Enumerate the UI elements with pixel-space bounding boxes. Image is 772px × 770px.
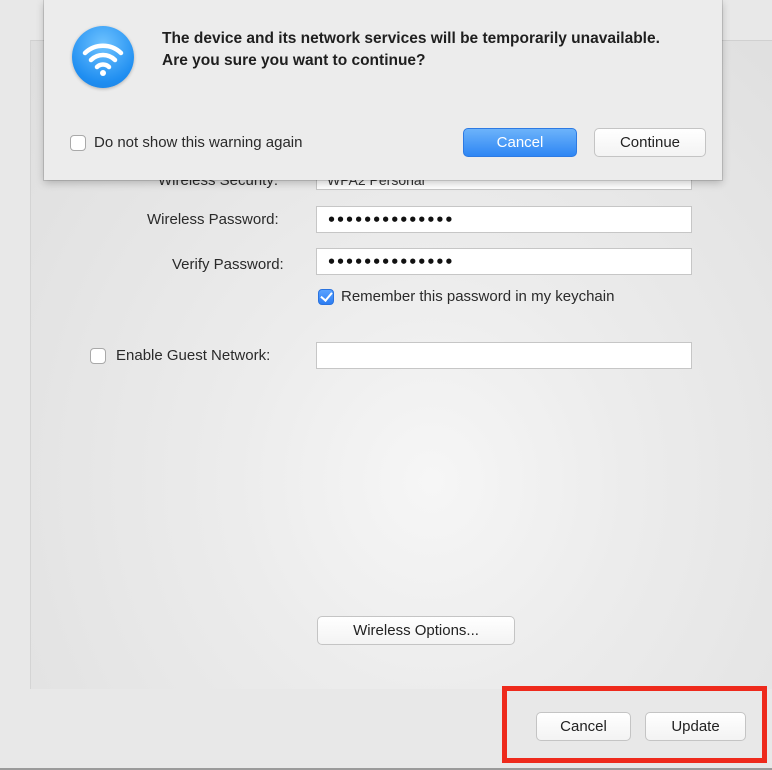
remember-password-checkbox[interactable]: [318, 289, 334, 305]
wireless-password-label: Wireless Password:: [147, 211, 279, 228]
sheet-continue-button[interactable]: Continue: [594, 128, 706, 157]
guest-network-field[interactable]: [316, 342, 692, 369]
confirmation-sheet: The device and its network services will…: [44, 0, 722, 180]
wifi-icon: [72, 26, 134, 88]
dont-show-warning-label: Do not show this warning again: [94, 134, 303, 151]
guest-network-label: Enable Guest Network:: [116, 347, 271, 364]
wifi-glyph: [82, 43, 124, 76]
wireless-options-button[interactable]: Wireless Options...: [317, 616, 515, 645]
sheet-cancel-button[interactable]: Cancel: [463, 128, 577, 157]
dont-show-warning-checkbox[interactable]: [70, 135, 86, 151]
wireless-password-field[interactable]: [316, 206, 692, 233]
verify-password-field[interactable]: [316, 248, 692, 275]
guest-network-checkbox[interactable]: [90, 348, 106, 364]
verify-password-label: Verify Password:: [172, 256, 284, 273]
highlight-box: [502, 686, 767, 763]
sheet-message: The device and its network services will…: [162, 30, 660, 69]
airport-utility-window: Wireless Security: WPA2 Personal ⌃ Wirel…: [0, 0, 772, 770]
remember-password-label: Remember this password in my keychain: [341, 288, 615, 305]
